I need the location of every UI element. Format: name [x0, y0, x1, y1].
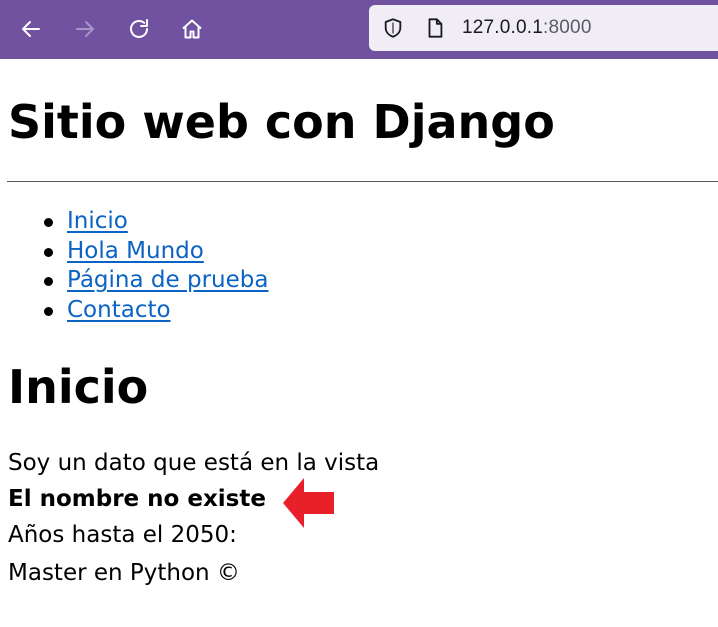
browser-toolbar: 127.0.0.1:8000 — [0, 0, 718, 59]
reload-icon — [130, 19, 148, 38]
nav-item: Contacto — [0, 296, 268, 326]
section-title: Inicio — [8, 360, 149, 414]
footer-text: Master en Python © — [8, 560, 240, 586]
nav-item: Página de prueba — [0, 266, 268, 296]
horizontal-rule — [7, 181, 718, 182]
page-title: Sitio web con Django — [8, 95, 555, 149]
nav-link-contacto[interactable]: Contacto — [67, 297, 171, 323]
bullet-icon — [44, 277, 53, 286]
forward-button[interactable] — [68, 12, 102, 46]
home-button[interactable] — [175, 12, 209, 46]
url-port: :8000 — [543, 17, 592, 38]
back-button[interactable] — [14, 12, 48, 46]
shield-icon[interactable] — [382, 17, 404, 39]
view-data-text: Soy un dato que está en la vista — [8, 450, 380, 476]
reload-button[interactable] — [122, 12, 156, 46]
nav-list: Inicio Hola Mundo Página de prueba Conta… — [0, 207, 268, 325]
name-message: El nombre no existe — [8, 486, 266, 512]
nav-item: Inicio — [0, 207, 268, 237]
nav-item: Hola Mundo — [0, 237, 268, 267]
address-bar[interactable]: 127.0.0.1:8000 — [369, 5, 718, 51]
home-icon — [182, 19, 202, 39]
url-text[interactable]: 127.0.0.1:8000 — [462, 17, 592, 39]
red-arrow-icon — [283, 478, 334, 528]
back-icon — [22, 21, 40, 37]
nav-link-hola-mundo[interactable]: Hola Mundo — [67, 238, 204, 264]
years-text: Años hasta el 2050: — [8, 522, 237, 548]
url-host: 127.0.0.1 — [462, 17, 544, 38]
forward-icon — [76, 21, 94, 37]
bullet-icon — [44, 247, 53, 257]
bullet-icon — [44, 218, 53, 227]
nav-link-inicio[interactable]: Inicio — [67, 208, 128, 234]
nav-link-pagina-de-prueba[interactable]: Página de prueba — [67, 267, 268, 293]
page-icon[interactable] — [424, 17, 446, 39]
bullet-icon — [44, 306, 53, 316]
